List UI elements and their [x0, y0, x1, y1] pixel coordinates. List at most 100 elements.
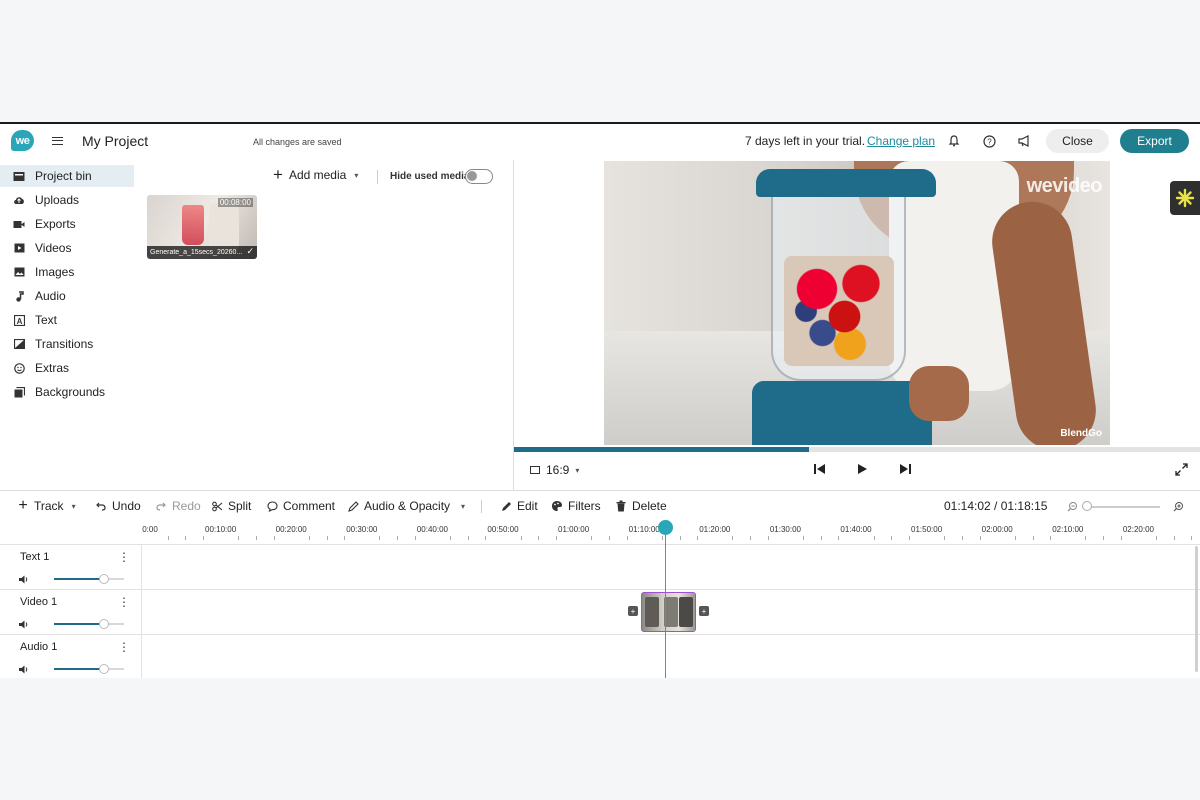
volume-slider[interactable] [54, 619, 124, 629]
ruler-tick [626, 536, 628, 540]
edit-button[interactable]: Edit [500, 499, 538, 513]
clip-trim-right-handle[interactable]: + [699, 606, 709, 616]
volume-slider[interactable] [54, 664, 124, 674]
sidebar-item-extras[interactable]: Extras [0, 357, 134, 379]
clip-frame [645, 597, 659, 627]
audio-opacity-button[interactable]: Audio & Opacity ▾ [347, 499, 465, 513]
zoom-slider-handle[interactable] [1082, 501, 1092, 511]
ruler-tick [414, 536, 416, 540]
sidebar-item-videos[interactable]: Videos [0, 237, 134, 259]
ruler-tick [467, 536, 469, 540]
change-plan-link[interactable]: Change plan [867, 134, 935, 148]
ruler-tick [979, 536, 981, 540]
scissors-icon [211, 500, 223, 512]
speaker-icon[interactable] [18, 617, 30, 629]
ruler-tick [838, 536, 840, 540]
edit-label: Edit [517, 499, 538, 513]
sidebar-item-transitions[interactable]: Transitions [0, 333, 134, 355]
skip-forward-icon[interactable] [898, 462, 912, 476]
volume-slider[interactable] [54, 574, 124, 584]
ruler-tick [273, 536, 275, 540]
ruler-tick-label: 01:10:00 [628, 525, 660, 534]
video-preview[interactable]: wevideo BlendGo [604, 161, 1110, 445]
zoom-in-icon[interactable] [1171, 499, 1185, 513]
ruler-tick-label: 02:00:00 [981, 525, 1013, 534]
playhead-handle[interactable] [658, 520, 673, 535]
sparkle-widget-icon[interactable] [1170, 181, 1200, 215]
export-button[interactable]: Export [1120, 129, 1189, 153]
playhead-line[interactable] [665, 534, 666, 678]
project-title[interactable]: My Project [82, 133, 148, 149]
hamburger-menu-icon[interactable] [52, 137, 63, 145]
ruler-tick [1032, 536, 1034, 540]
volume-handle[interactable] [99, 664, 110, 674]
more-vertical-icon[interactable]: ⋮ [118, 595, 130, 609]
sidebar-item-images[interactable]: Images [0, 261, 134, 283]
sidebar-item-backgrounds[interactable]: Backgrounds [0, 381, 134, 403]
undo-button[interactable]: Undo [95, 499, 141, 513]
aspect-ratio-select[interactable]: 16:9 ▾ [530, 463, 579, 477]
zoom-slider-track[interactable] [1085, 506, 1160, 508]
sidebar-item-exports[interactable]: Exports [0, 213, 134, 235]
wevideo-logo[interactable]: we [11, 130, 34, 151]
timeline-scrollbar[interactable] [1195, 546, 1198, 672]
ruler-tick [1173, 536, 1175, 540]
comment-button[interactable]: Comment [266, 499, 335, 513]
ruler-tick [732, 536, 734, 540]
preview-blender-lid [756, 169, 936, 197]
sidebar-item-audio[interactable]: Audio [0, 285, 134, 307]
sidebar-item-label: Extras [35, 361, 70, 375]
speaker-icon[interactable] [18, 572, 30, 584]
volume-handle[interactable] [99, 619, 110, 629]
sidebar-item-label: Uploads [35, 193, 80, 207]
close-button[interactable]: Close [1046, 129, 1109, 153]
trash-icon [615, 500, 627, 512]
wevideo-watermark: wevideo [1026, 175, 1103, 197]
split-button[interactable]: Split [211, 499, 251, 513]
ruler-tick [767, 536, 769, 540]
track-name[interactable]: Audio 1 [20, 641, 57, 653]
volume-handle[interactable] [99, 574, 110, 584]
ruler-tick [1156, 536, 1158, 540]
sidebar-item-uploads[interactable]: Uploads [0, 189, 134, 211]
track-row-audio[interactable]: Audio 1 ⋮ [0, 634, 1200, 678]
pencil-icon [347, 500, 359, 512]
more-vertical-icon[interactable]: ⋮ [118, 550, 130, 564]
ruler-tick [803, 536, 805, 540]
hide-used-media-toggle[interactable] [465, 169, 493, 184]
track-row-video[interactable]: Video 1 ⋮ + + [0, 589, 1200, 635]
ruler-tick [1014, 536, 1016, 540]
zoom-out-icon[interactable] [1065, 499, 1079, 513]
sidebar-item-label: Exports [35, 217, 76, 231]
fullscreen-icon[interactable] [1174, 462, 1188, 476]
ruler-tick [661, 536, 663, 540]
timeline-video-clip[interactable] [641, 592, 696, 632]
export-icon [13, 218, 25, 230]
add-media-button[interactable]: + Add media ▾ [273, 166, 358, 183]
more-vertical-icon[interactable]: ⋮ [118, 640, 130, 654]
sidebar-item-text[interactable]: A Text [0, 309, 134, 331]
speaker-icon[interactable] [18, 662, 30, 674]
bell-icon[interactable] [947, 134, 961, 148]
redo-button[interactable]: Redo [155, 499, 201, 513]
help-icon[interactable]: ? [982, 134, 996, 148]
media-sidebar: Project bin Uploads Exports Videos Image… [0, 160, 134, 490]
megaphone-icon[interactable] [1017, 134, 1031, 148]
play-icon[interactable] [855, 462, 869, 476]
filters-button[interactable]: Filters [551, 499, 601, 513]
track-row-text[interactable]: Text 1 ⋮ [0, 544, 1200, 590]
track-name[interactable]: Video 1 [20, 596, 57, 608]
sidebar-item-label: Audio [35, 289, 66, 303]
track-name[interactable]: Text 1 [20, 551, 49, 563]
sidebar-item-project-bin[interactable]: Project bin [0, 165, 134, 187]
add-track-button[interactable]: + Track ▾ [17, 497, 75, 514]
media-clip-thumbnail[interactable]: 00:08:00 Generate_a_15secs_20260... ✓ [147, 195, 257, 259]
ruler-tick [344, 536, 346, 540]
delete-button[interactable]: Delete [615, 499, 667, 513]
ruler-tick [591, 536, 593, 540]
panel-divider [513, 160, 514, 490]
clip-trim-left-handle[interactable]: + [628, 606, 638, 616]
skip-back-icon[interactable] [812, 462, 826, 476]
ruler-tick [1191, 536, 1193, 540]
playback-progress-bar[interactable] [514, 447, 1200, 452]
